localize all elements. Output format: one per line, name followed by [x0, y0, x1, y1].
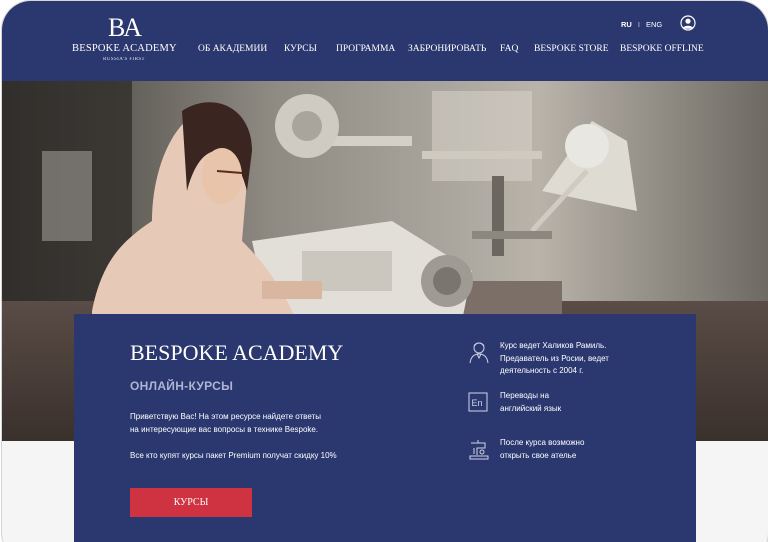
- logo[interactable]: BA BESPOKE ACADEMY RUSSIA'S FIRST: [72, 13, 177, 63]
- teacher-icon: [469, 342, 489, 364]
- nav-item-book[interactable]: ЗАБРОНИРОВАТЬ: [408, 44, 486, 54]
- feature-teacher-line-3: деятельность с 2004 г.: [500, 366, 584, 375]
- nav-item-courses[interactable]: КУРСЫ: [284, 44, 317, 54]
- course-info-card: BESPOKE ACADEMY ОНЛАЙН-КУРСЫ Приветствую…: [74, 314, 696, 542]
- feature-atelier-line-1: После курса возможно: [500, 438, 585, 447]
- site-header: BA BESPOKE ACADEMY RUSSIA'S FIRST ОБ АКА…: [2, 1, 768, 81]
- feature-translation-line-1: Переводы на: [500, 391, 550, 400]
- nav-item-program[interactable]: ПРОГРАММА: [336, 44, 395, 54]
- card-promo-text: Все кто купят курсы пакет Premium получа…: [130, 451, 337, 460]
- feature-teacher-line-2: Предаватель из Росии, ведет: [500, 353, 609, 363]
- card-title: BESPOKE ACADEMY: [130, 340, 344, 365]
- logo-tagline: RUSSIA'S FIRST: [103, 57, 145, 62]
- user-account-icon[interactable]: [680, 15, 696, 31]
- sewing-machine-icon: [469, 440, 489, 460]
- screenshot-frame: BA BESPOKE ACADEMY RUSSIA'S FIRST ОБ АКА…: [0, 0, 768, 542]
- feature-teacher-line-1: Курс ведет Халиков Рамиль.: [500, 341, 607, 350]
- card-subtitle: ОНЛАЙН-КУРСЫ: [130, 379, 234, 393]
- feature-atelier-line-2: открыть свое ателье: [500, 450, 577, 460]
- logo-name: BESPOKE ACADEMY: [72, 43, 177, 54]
- nav-item-faq[interactable]: FAQ: [500, 44, 518, 54]
- lang-ru[interactable]: RU: [621, 20, 632, 29]
- nav-item-store[interactable]: BESPOKE STORE: [534, 44, 609, 54]
- card-text-line-1: Приветствую Вас! На этом ресурсе найдете…: [130, 412, 321, 421]
- device-frame: BA BESPOKE ACADEMY RUSSIA'S FIRST ОБ АКА…: [1, 0, 768, 542]
- translation-en-label: En: [472, 398, 483, 408]
- nav-item-about[interactable]: ОБ АКАДЕМИИ: [198, 44, 267, 54]
- lang-separator: I: [637, 20, 640, 29]
- language-switcher: RU I ENG: [621, 20, 662, 29]
- feature-translation-line-2: английский язык: [500, 403, 562, 413]
- logo-mark: BA: [107, 13, 142, 42]
- courses-button[interactable]: КУРСЫ: [130, 488, 252, 517]
- feature-atelier-text: После курса возможно открыть свое ателье: [500, 437, 584, 462]
- feature-translation-text: Переводы на английский язык: [500, 390, 561, 415]
- card-text-line-2: на интересующие вас вопросы в технике Be…: [130, 425, 319, 434]
- lang-en[interactable]: ENG: [646, 20, 662, 29]
- translation-en-icon: En: [468, 392, 488, 412]
- nav-item-offline[interactable]: BESPOKE OFFLINE: [620, 44, 704, 54]
- feature-teacher-text: Курс ведет Халиков Рамиль. Предаватель и…: [500, 340, 609, 378]
